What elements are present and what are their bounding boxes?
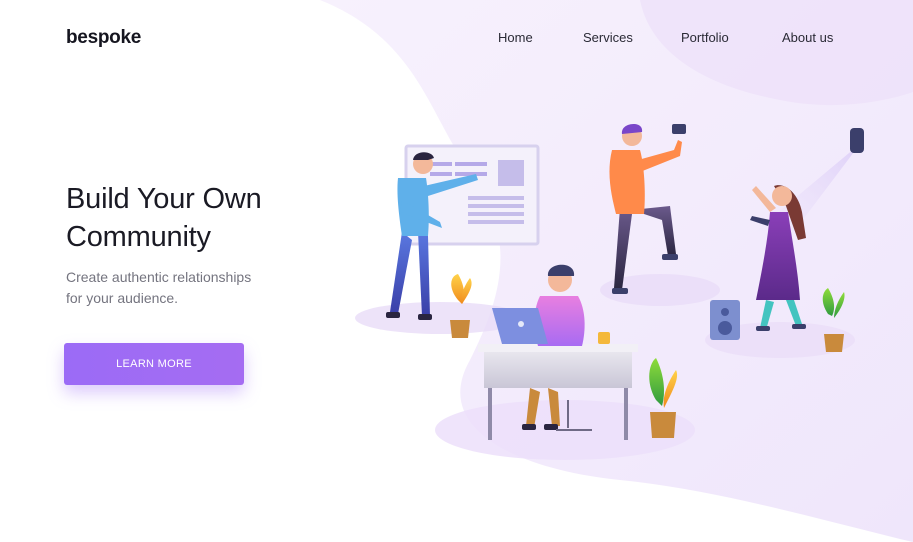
nav-item-about-us[interactable]: About us <box>782 30 833 45</box>
learn-more-button[interactable]: LEARN MORE <box>64 343 244 385</box>
hero-section: Build Your Own Community Create authenti… <box>66 180 366 309</box>
nav-item-portfolio[interactable]: Portfolio <box>681 30 729 45</box>
spotlight-icon <box>850 128 864 153</box>
plant-icon <box>649 358 678 438</box>
hero-title: Build Your Own Community <box>66 183 262 253</box>
singer-person <box>750 185 806 331</box>
brand-logo[interactable]: bespoke <box>66 27 141 49</box>
nav-item-services[interactable]: Services <box>583 30 633 45</box>
coffee-mug-icon <box>598 332 610 344</box>
speaker-icon <box>710 300 740 340</box>
hero-subtitle: Create authentic relationships for your … <box>66 269 252 306</box>
vlogger-person <box>609 123 686 294</box>
plant-icon <box>822 288 845 352</box>
learn-more-label: LEARN MORE <box>116 358 192 370</box>
nav-item-home[interactable]: Home <box>498 30 533 45</box>
top-navbar: bespoke Home Services Portfolio About us <box>0 0 913 76</box>
